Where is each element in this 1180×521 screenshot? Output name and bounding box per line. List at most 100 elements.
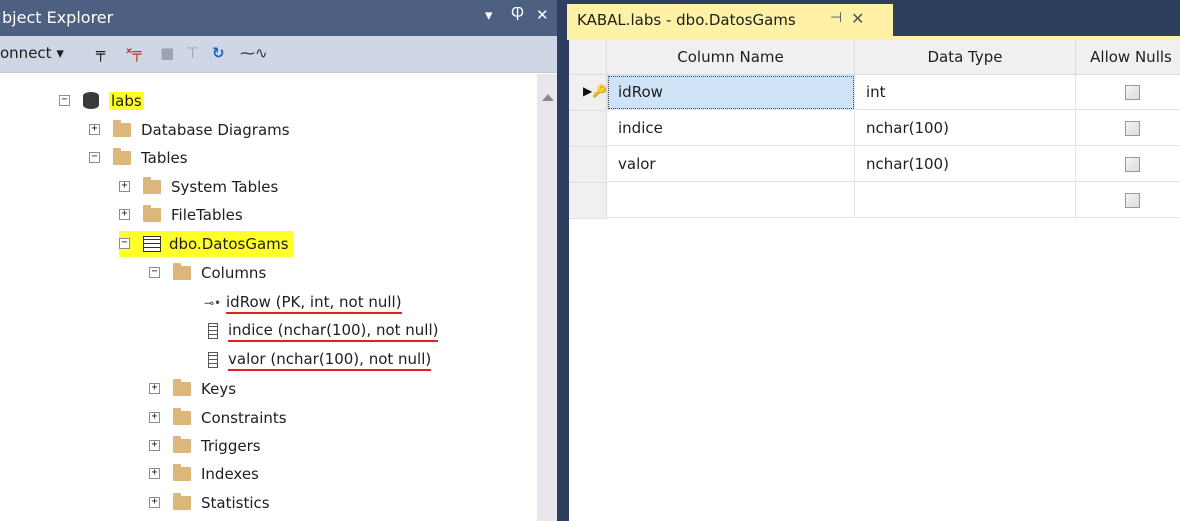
disconnect-plug-icon[interactable]: ˣ╤ (126, 44, 141, 62)
tree-node-label: labs (109, 92, 144, 110)
object-explorer-panel: bject Explorer ▾ Ⴔ ✕ onnect ▾ ╤ ˣ╤ ■ ⊤ ↻… (0, 0, 557, 521)
tree-node-system-tables[interactable]: + System Tables (119, 174, 278, 200)
folder-icon (173, 262, 191, 280)
cell-data-type[interactable] (855, 183, 1076, 218)
folder-icon (113, 147, 131, 165)
row-selector[interactable] (569, 111, 607, 147)
folder-icon (173, 378, 191, 396)
row-header-corner (569, 40, 607, 75)
key-icon: 🔑 (592, 84, 608, 98)
primary-key-icon: ⊸• (204, 295, 222, 310)
collapse-icon[interactable]: − (119, 238, 130, 249)
tree-node-label: Constraints (201, 409, 287, 427)
object-explorer-toolbar: onnect ▾ ╤ ˣ╤ ■ ⊤ ↻ ⁓∿ (0, 36, 557, 73)
object-explorer-title-bar: bject Explorer ▾ Ⴔ ✕ (0, 0, 557, 36)
connect-plug-icon[interactable]: ╤ (96, 44, 105, 62)
allow-nulls-checkbox[interactable] (1125, 193, 1140, 208)
folder-icon (173, 435, 191, 453)
folder-icon (143, 204, 161, 222)
tree-node-constraints[interactable]: + Constraints (149, 405, 287, 431)
tree-node-label: Columns (201, 264, 267, 282)
tree-node-dbo-datosgams[interactable]: − dbo.DatosGams (119, 231, 293, 257)
dropdown-icon[interactable]: ▾ (485, 6, 493, 24)
activity-monitor-icon[interactable]: ⁓∿ (240, 44, 268, 62)
document-area: KABAL.labs - dbo.DatosGams ⊣ ✕ Column Na… (567, 0, 1180, 521)
column-header-data-type[interactable]: Data Type (855, 40, 1076, 75)
current-row-primary-key-icon: ▶🔑 (583, 84, 607, 98)
object-explorer-tree: − labs + Database Diagrams − Tables + System… (0, 74, 535, 521)
expand-icon[interactable]: + (119, 209, 130, 220)
expand-icon[interactable]: + (149, 497, 160, 508)
allow-nulls-checkbox[interactable] (1125, 85, 1140, 100)
collapse-icon[interactable]: − (59, 95, 70, 106)
cell-allow-nulls (1076, 147, 1180, 182)
folder-icon (113, 119, 131, 137)
tree-node-tables[interactable]: − Tables (89, 145, 188, 171)
tree-node-label: System Tables (171, 178, 279, 196)
refresh-icon[interactable]: ↻ (212, 44, 225, 62)
cell-column-name[interactable]: idRow (607, 75, 855, 110)
cell-allow-nulls (1076, 183, 1180, 218)
expand-icon[interactable]: + (149, 468, 160, 479)
pin-tab-icon[interactable]: ⊣ (830, 10, 842, 26)
cell-data-type[interactable]: nchar(100) (855, 147, 1076, 182)
connect-button[interactable]: onnect ▾ (0, 44, 64, 62)
allow-nulls-checkbox[interactable] (1125, 121, 1140, 136)
cell-allow-nulls (1076, 111, 1180, 146)
column-header-column-name[interactable]: Column Name (607, 40, 855, 75)
row-selector[interactable] (569, 147, 607, 183)
row-selector[interactable]: ▶🔑 (569, 75, 607, 111)
panel-splitter[interactable] (557, 0, 567, 521)
pin-icon[interactable]: Ⴔ (511, 6, 524, 24)
tree-node-label: Keys (201, 380, 237, 398)
folder-icon (173, 407, 191, 425)
tree-node-label: Tables (141, 149, 188, 167)
tree-node-label: idRow (PK, int, not null) (226, 293, 402, 314)
tree-node-database-diagrams[interactable]: + Database Diagrams (89, 117, 290, 143)
collapse-icon[interactable]: − (149, 267, 160, 278)
expand-icon[interactable]: + (119, 181, 130, 192)
collapse-icon[interactable]: − (89, 152, 100, 163)
tree-node-column-indice[interactable]: indice (nchar(100), not null) (208, 317, 439, 343)
tree-node-label: indice (nchar(100), not null) (228, 321, 439, 342)
cell-data-type[interactable]: nchar(100) (855, 111, 1076, 146)
cell-column-name[interactable] (607, 183, 855, 218)
object-explorer-title: bject Explorer (2, 8, 114, 27)
tree-node-column-idrow[interactable]: ⊸• idRow (PK, int, not null) (204, 289, 402, 315)
tree-node-label: dbo.DatosGams (169, 235, 289, 253)
tree-node-indexes[interactable]: + Indexes (149, 461, 259, 487)
tree-node-column-valor[interactable]: valor (nchar(100), not null) (208, 346, 432, 372)
tree-node-label: Indexes (201, 465, 259, 483)
tree-node-labs[interactable]: − labs (59, 88, 144, 114)
stop-icon[interactable]: ■ (160, 44, 174, 62)
tree-node-triggers[interactable]: + Triggers (149, 433, 261, 459)
scroll-up-arrow-icon[interactable] (542, 94, 554, 101)
tree-node-columns[interactable]: − Columns (149, 260, 266, 286)
tree-node-label: Database Diagrams (141, 121, 290, 139)
tree-node-filetables[interactable]: + FileTables (119, 202, 243, 228)
current-row-marker: ▶ (583, 84, 593, 98)
database-icon (83, 92, 99, 109)
cell-allow-nulls (1076, 75, 1180, 110)
tree-node-keys[interactable]: + Keys (149, 376, 236, 402)
cell-column-name[interactable]: indice (607, 111, 855, 146)
vertical-scrollbar[interactable] (537, 74, 557, 521)
row-selector[interactable] (569, 183, 607, 219)
expand-icon[interactable]: + (149, 412, 160, 423)
document-tab-title: KABAL.labs - dbo.DatosGams (577, 11, 796, 29)
cell-data-type[interactable]: int (855, 75, 1076, 110)
tree-node-label: Statistics (201, 494, 270, 512)
expand-icon[interactable]: + (149, 383, 160, 394)
column-header-allow-nulls[interactable]: Allow Nulls (1076, 40, 1180, 75)
close-tab-icon[interactable]: ✕ (851, 9, 864, 28)
cell-column-name[interactable]: valor (607, 147, 855, 182)
expand-icon[interactable]: + (89, 124, 100, 135)
close-icon[interactable]: ✕ (536, 6, 549, 24)
folder-icon (143, 176, 161, 194)
filter-icon[interactable]: ⊤ (186, 44, 199, 62)
document-tab[interactable]: KABAL.labs - dbo.DatosGams ⊣ ✕ (567, 4, 893, 36)
column-icon (208, 351, 218, 368)
tree-node-statistics[interactable]: + Statistics (149, 490, 270, 516)
expand-icon[interactable]: + (149, 440, 160, 451)
allow-nulls-checkbox[interactable] (1125, 157, 1140, 172)
